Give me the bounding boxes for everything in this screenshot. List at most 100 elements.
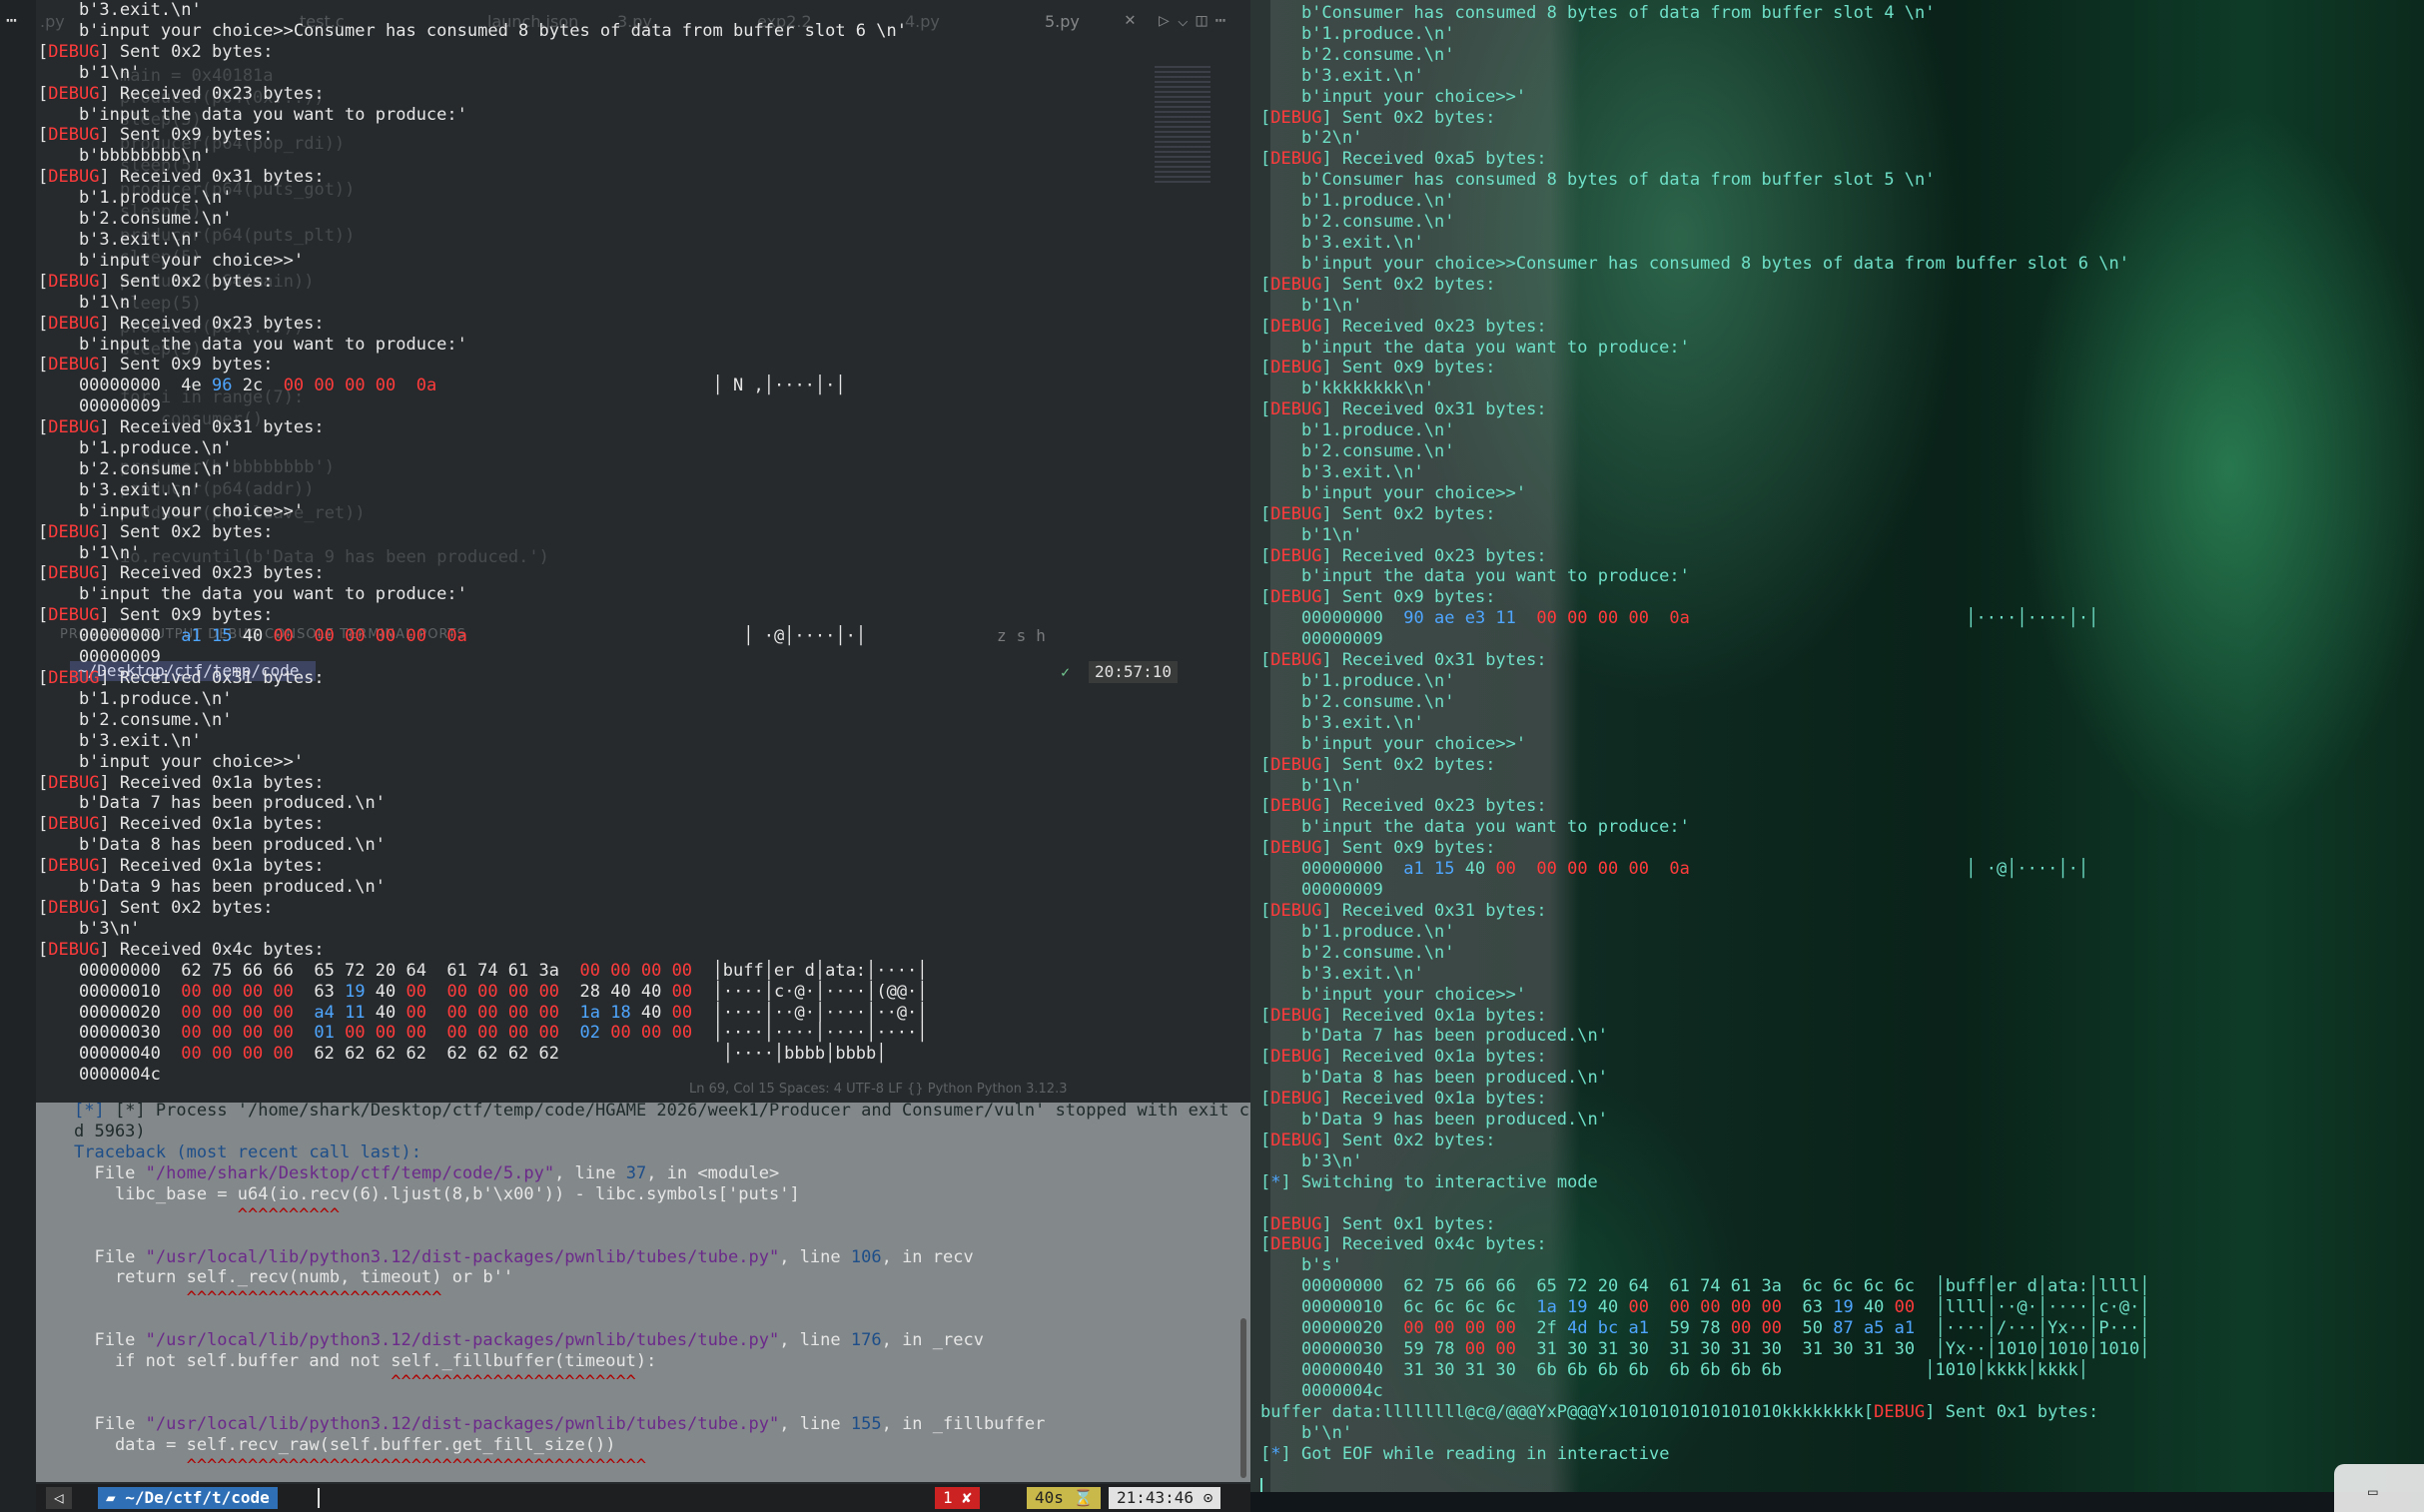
terminal-line: [*] Got EOF while reading in interactive xyxy=(1260,1444,2150,1465)
terminal-line: b'2.consume.\n' xyxy=(38,710,928,731)
line-text: 62 62 62 62 62 62 62 62 xyxy=(314,1044,559,1065)
line-text: [ xyxy=(1260,900,1271,921)
terminal-line: [DEBUG] Received 0x31 bytes: xyxy=(38,417,928,438)
line-text: a4 11 xyxy=(314,1002,376,1023)
line-text: b'2.consume.\n' xyxy=(1260,441,1455,462)
traceback-line: File "/usr/local/lib/python3.12/dist-pac… xyxy=(74,1414,1045,1435)
line-text: 00000000 xyxy=(38,626,182,647)
traceback-output: Traceback (most recent call last): File … xyxy=(74,1142,1045,1512)
line-text: b'input your choice>>' xyxy=(1260,482,1527,503)
line-text: ] Received 0x23 bytes: xyxy=(1321,796,1547,817)
line-text: * xyxy=(1270,1171,1281,1192)
line-text: 00 00 00 00 xyxy=(181,1002,315,1023)
line-text: 40 xyxy=(375,1002,406,1023)
line-text: 4e xyxy=(181,376,213,396)
terminal-line: b'1\n' xyxy=(38,293,928,314)
line-text: 40 xyxy=(242,626,274,647)
right-terminal-pane[interactable]: b'Consumer has consumed 8 bytes of data … xyxy=(1250,0,2424,1512)
terminal-line: [DEBUG] Sent 0x2 bytes: xyxy=(1260,1131,2150,1151)
terminal-line: b'1\n' xyxy=(1260,525,2150,546)
shell-label: zsh xyxy=(997,626,1056,645)
debug-tag: DEBUG xyxy=(48,521,100,542)
line-text: 176 xyxy=(850,1330,882,1351)
terminal-line: 00000009 xyxy=(1260,880,2150,901)
line-text: ] Sent 0x9 bytes: xyxy=(1321,838,1496,859)
tray-notification[interactable]: ▭ xyxy=(2334,1464,2424,1512)
line-text: b'input your choice>>' xyxy=(1260,984,1527,1005)
line-text: ] Received 0x31 bytes: xyxy=(99,417,325,438)
terminal-line: b'3\n' xyxy=(1260,1151,2150,1172)
line-text: ] Sent 0x2 bytes: xyxy=(1321,107,1496,128)
debug-tag: DEBUG xyxy=(48,939,100,960)
terminal-line: b'3.exit.\n' xyxy=(38,731,928,752)
line-text: 40 xyxy=(640,1002,672,1023)
line-text: ] Sent 0x2 bytes: xyxy=(1321,754,1496,775)
terminal-line: b'1.produce.\n' xyxy=(1260,24,2150,45)
terminal-line: b'3.exit.\n' xyxy=(1260,713,2150,734)
debug-tag: DEBUG xyxy=(1270,650,1322,671)
debug-tag: DEBUG xyxy=(1270,754,1322,775)
process-text: [*] Process '/home/shark/Desktop/ctf/tem… xyxy=(114,1101,1250,1121)
more-icon: ⋯ xyxy=(6,10,17,31)
shell-prompt[interactable]: ◁ ▰ ~/De/ctf/t/code 1 ✘ 40s ⌛ 21:43:46 ⊙ xyxy=(36,1484,1250,1512)
line-text: ] Received 0x4c bytes: xyxy=(99,939,325,960)
line-text: b'2.consume.\n' xyxy=(38,458,233,479)
prompt-clock: 21:43:46 ⊙ xyxy=(1109,1487,1221,1509)
terminal-line: b'input your choice>>' xyxy=(1260,985,2150,1006)
terminal-line: b'input your choice>>Consumer has consum… xyxy=(1260,254,2150,275)
traceback-line xyxy=(74,1309,1045,1330)
line-text: b'Data 8 has been produced.\n' xyxy=(38,835,386,856)
debug-tag: DEBUG xyxy=(1270,587,1322,608)
terminal-line: [DEBUG] Received 0x31 bytes: xyxy=(38,167,928,188)
line-text: 00000000 62 75 66 66 65 72 20 64 61 74 6… xyxy=(38,960,580,981)
terminal-line: b'input the data you want to produce:' xyxy=(38,584,928,605)
line-text: [ xyxy=(38,563,49,584)
terminal-line: 00000009 xyxy=(38,396,928,417)
debug-tag: DEBUG xyxy=(48,668,100,688)
terminal-line: b'3.exit.\n' xyxy=(38,480,928,501)
debug-tag: DEBUG xyxy=(48,313,100,334)
debug-tag: DEBUG xyxy=(1270,900,1322,921)
debug-tag: DEBUG xyxy=(1874,1401,1926,1422)
line-text: 00 00 00 00 0a xyxy=(1536,608,1690,629)
terminal-line: b'\n' xyxy=(1260,1423,2150,1444)
line-text: b'1.produce.\n' xyxy=(1260,23,1455,44)
terminal-line: b'1.produce.\n' xyxy=(1260,671,2150,692)
terminal-line: 00000000 a1 15 40 00 00 00 00 00 0a │ ·@… xyxy=(1260,859,2150,880)
terminal-line: b'input your choice>>' xyxy=(38,752,928,773)
line-text: b'1.produce.\n' xyxy=(38,438,233,459)
line-text: buffer data:llllllll@c@/@@@YxP@@@Yx10101… xyxy=(1260,1401,1875,1422)
line-text: [ xyxy=(1260,1089,1271,1110)
line-text: [ xyxy=(38,167,49,188)
line-text: 1a 18 xyxy=(579,1002,641,1023)
terminal-line: b'input your choice>>' xyxy=(1260,734,2150,755)
line-text: 00 00 00 00 xyxy=(579,960,693,981)
editor-tab-active: 5.py xyxy=(1045,12,1080,31)
line-text: b'kkkkkkkk\n' xyxy=(1260,378,1434,399)
terminal-line: [DEBUG] Received 0x23 bytes: xyxy=(38,84,928,105)
left-terminal-pane[interactable]: ⋯ .py test.c launch.json 3.py exp2.2 4.p… xyxy=(0,0,1250,1512)
editor-minimap xyxy=(1155,66,1211,186)
line-text: 00000009 xyxy=(1260,880,1383,901)
scrollbar[interactable] xyxy=(1240,1318,1246,1478)
line-text: [ xyxy=(1260,1171,1271,1192)
debug-tag: DEBUG xyxy=(1270,107,1322,128)
line-text: b'3.exit.\n' xyxy=(38,229,202,250)
line-text: 00 xyxy=(671,981,693,1002)
line-text: 59 78 xyxy=(1669,1318,1731,1339)
line-text: b'3\n' xyxy=(1260,1150,1363,1171)
line-text: [ xyxy=(1260,316,1271,337)
line-text: b'2.consume.\n' xyxy=(1260,44,1455,65)
line-text: b'3\n' xyxy=(38,918,141,939)
terminal-line: [DEBUG] Received 0x31 bytes: xyxy=(1260,650,2150,671)
line-text: ^^^^^^^^^^^^^^^^^^^^^^^^^^^^^^^^^^^^^^^^… xyxy=(74,1455,647,1476)
terminal-line: b'input your choice>>' xyxy=(38,251,928,272)
line-text: ] Sent 0x2 bytes: xyxy=(99,521,274,542)
line-text: b'1.produce.\n' xyxy=(1260,921,1455,942)
line-text: b's' xyxy=(1260,1255,1342,1276)
line-text: b'3.exit.\n' xyxy=(38,479,202,500)
terminal-line: [DEBUG] Sent 0x2 bytes: xyxy=(1260,504,2150,525)
line-text: ] Sent 0x1 bytes: xyxy=(1925,1401,2099,1422)
line-text: b'input the data you want to produce:' xyxy=(38,104,467,125)
line-text: [ xyxy=(1260,149,1271,170)
